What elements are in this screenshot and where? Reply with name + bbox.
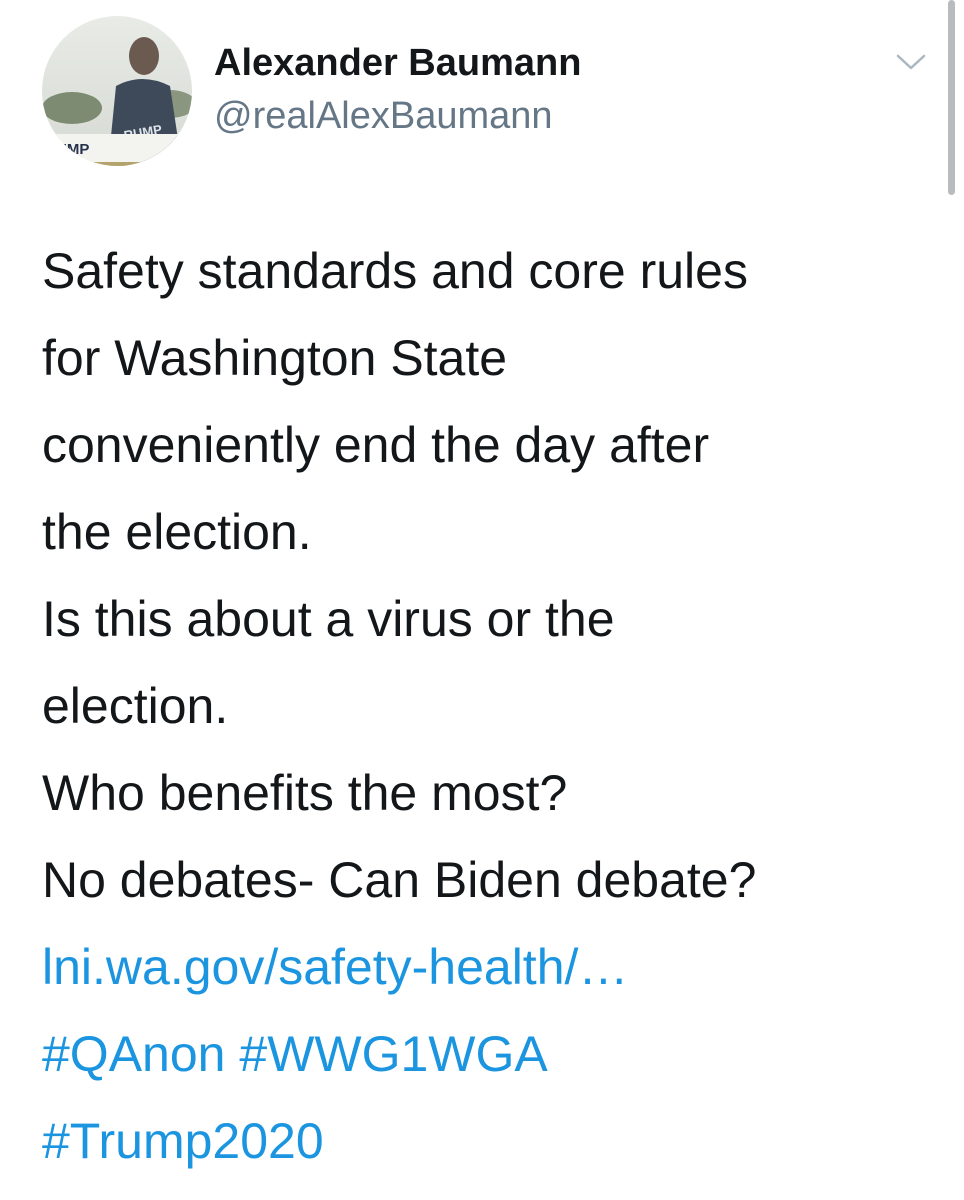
avatar-sign-text: UMP: [56, 141, 89, 158]
chevron-down-icon[interactable]: [894, 50, 928, 74]
tweet-text-line: conveniently end the day after: [42, 417, 710, 473]
hashtag-wwg1wga[interactable]: #WWG1WGA: [239, 1026, 547, 1082]
tweet-text: Safety standards and core rules for Wash…: [42, 228, 942, 1185]
scrollbar[interactable]: [948, 0, 955, 195]
tweet-text-line: No debates- Can Biden debate?: [42, 852, 757, 908]
tweet-text-line: Who benefits the most?: [42, 765, 568, 821]
avatar[interactable]: RUMP UMP: [42, 16, 192, 166]
author-handle[interactable]: @realAlexBaumann: [214, 95, 553, 138]
tweet-text-line: Safety standards and core rules: [42, 243, 748, 299]
hashtag-trump2020[interactable]: #Trump2020: [42, 1113, 324, 1169]
hashtag-qanon[interactable]: #QAnon: [42, 1026, 225, 1082]
tweet-text-line: the election.: [42, 504, 312, 560]
tweet-text-line: election.: [42, 678, 229, 734]
author-display-name[interactable]: Alexander Baumann: [214, 42, 581, 85]
tweet: RUMP UMP Alexander Baumann @realAlexBaum…: [0, 0, 964, 1200]
tweet-text-line: for Washington State: [42, 330, 508, 386]
tweet-text-line: Is this about a virus or the: [42, 591, 615, 647]
tweet-link[interactable]: lni.wa.gov/safety-health/…: [42, 939, 628, 995]
